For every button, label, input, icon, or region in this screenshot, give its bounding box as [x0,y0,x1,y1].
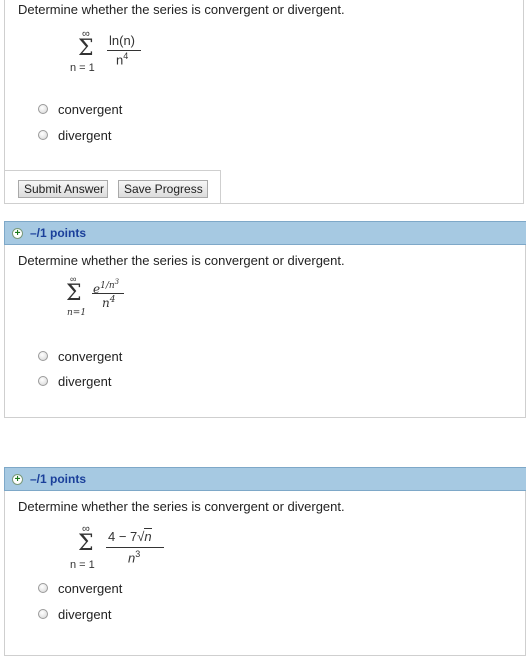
option-convergent[interactable]: convergent [38,580,122,596]
fraction-bar [92,293,124,294]
question-2-panel [4,245,526,418]
question-3-text: Determine whether the series is converge… [18,499,345,514]
fraction-denominator: n4 [116,51,128,67]
question-3-panel [4,491,526,656]
fraction-bar [106,547,164,548]
sigma-symbol: Σ [78,531,94,556]
numerator-exponent-text: 1/n [100,281,115,291]
numerator-exponent-power: 3 [114,278,120,286]
save-progress-button[interactable]: Save Progress [118,180,208,198]
question-2-text: Determine whether the series is converge… [18,253,345,268]
question-1-text: Determine whether the series is converge… [18,2,345,17]
fraction-denominator: n4 [102,295,115,310]
denominator-exponent: 4 [123,51,129,61]
points-label: –/1 points [30,226,87,240]
option-label: divergent [58,127,112,143]
numerator-exponent: 1/n3 [100,278,120,291]
radio-button[interactable] [38,376,48,386]
option-label: convergent [58,580,123,596]
expand-plus-icon[interactable]: + [12,228,23,239]
sum-lower-limit: n = 1 [70,62,95,74]
fraction-numerator: 4 − 7√n [108,528,152,544]
submit-answer-button[interactable]: Submit Answer [18,180,108,198]
sum-lower-limit: n=1 [67,308,87,318]
radio-button[interactable] [38,104,48,114]
option-label: divergent [58,373,112,389]
radio-button[interactable] [38,609,48,619]
option-label: convergent [58,101,123,117]
points-label: –/1 points [30,472,87,486]
question-2-header: + –/1 points [4,221,526,245]
option-label: divergent [58,606,112,622]
option-label: convergent [58,348,123,364]
sigma-symbol: Σ [66,281,82,306]
fraction-numerator: ln(n) [109,33,136,48]
option-divergent[interactable]: divergent [38,127,111,143]
option-convergent[interactable]: convergent [38,348,122,364]
denominator-exponent: 3 [135,549,141,559]
option-divergent[interactable]: divergent [38,373,111,389]
question-3-header: + –/1 points [4,467,526,491]
sigma-symbol: Σ [78,36,94,61]
radio-button[interactable] [38,351,48,361]
radio-button[interactable] [38,130,48,140]
option-divergent[interactable]: divergent [38,606,111,622]
denominator-base: n [102,296,110,310]
sqrt-radicand: n [144,528,152,544]
radio-button[interactable] [38,583,48,593]
numerator-prefix: 4 − 7 [108,529,138,544]
option-convergent[interactable]: convergent [38,101,122,117]
denominator-exponent: 4 [109,295,116,305]
sum-lower-limit: n = 1 [70,559,95,571]
expand-plus-icon[interactable]: + [12,474,23,485]
fraction-denominator: n3 [128,549,140,565]
